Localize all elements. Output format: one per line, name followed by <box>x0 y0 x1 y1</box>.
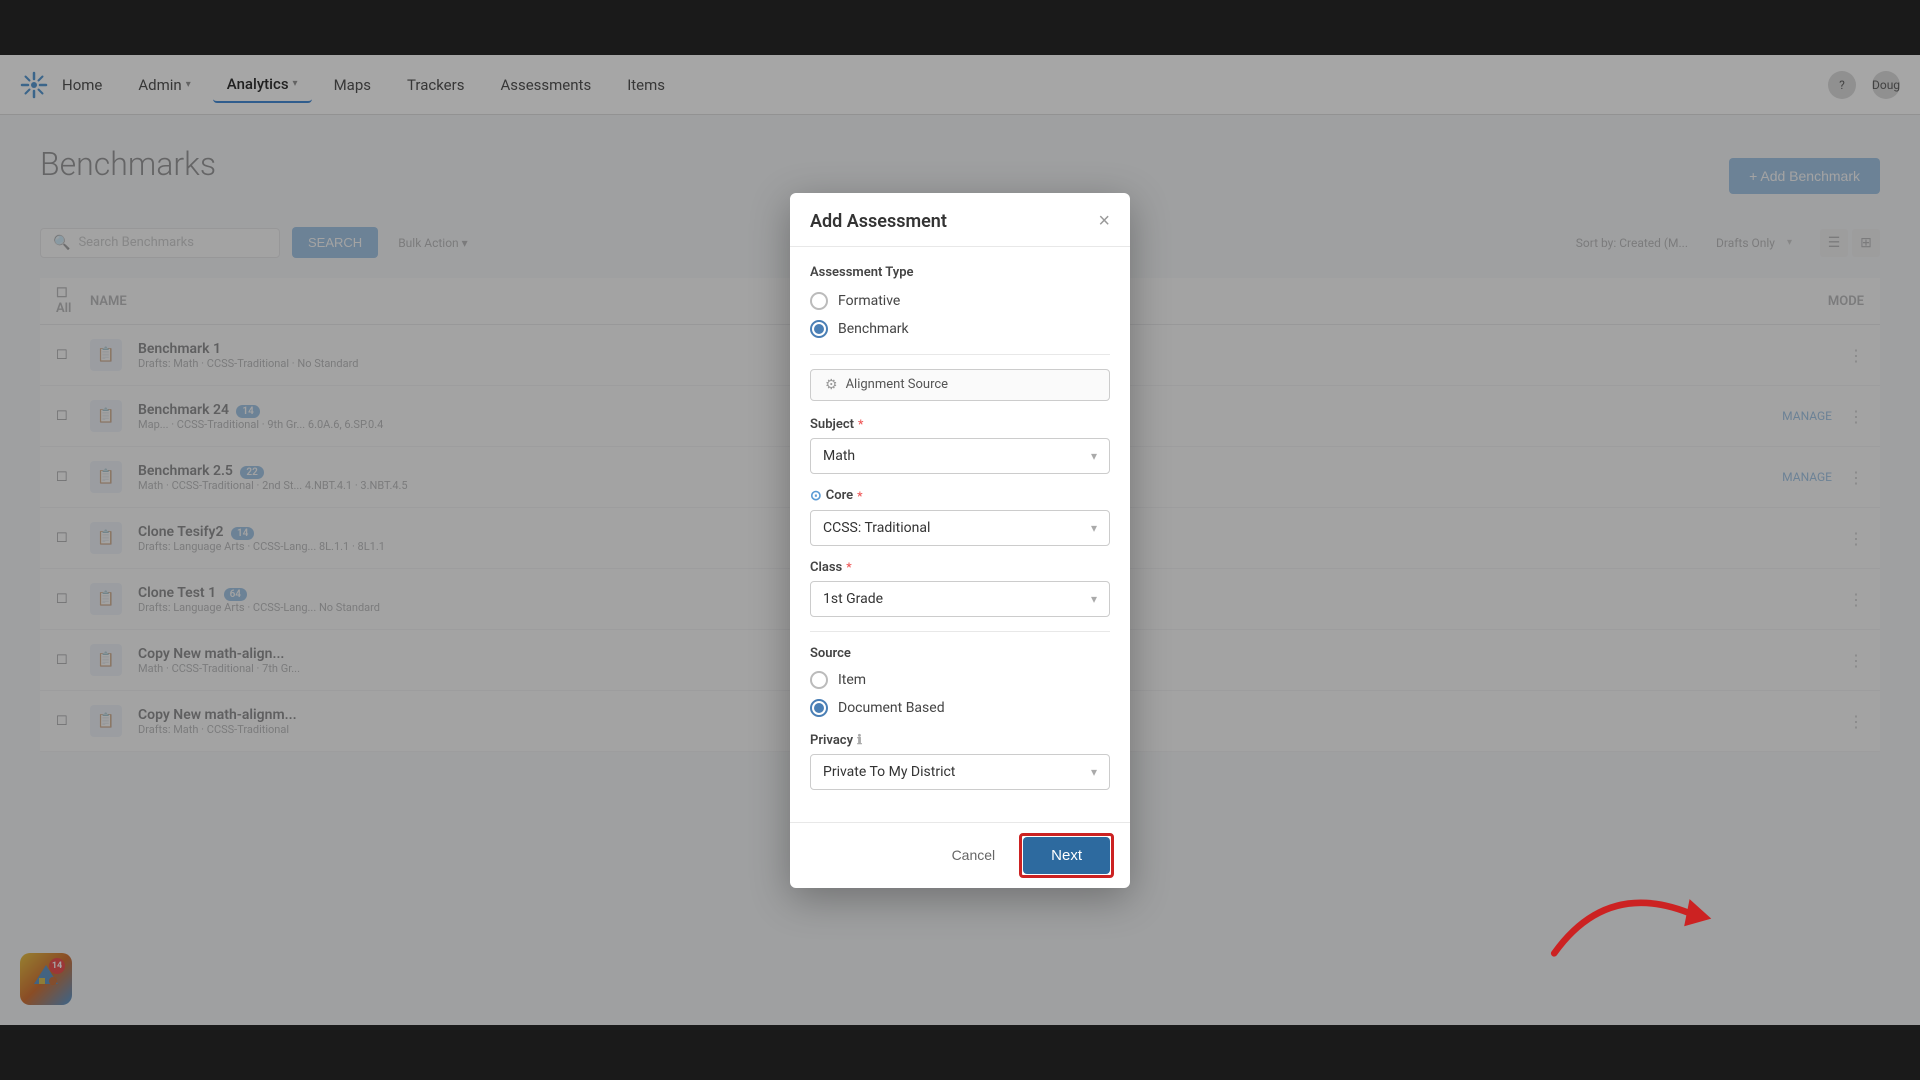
core-icon: ⊙ <box>810 488 822 504</box>
class-label: Class * <box>810 560 1110 575</box>
privacy-select[interactable]: Private To My District ▾ <box>810 754 1110 790</box>
item-label: Item <box>838 672 866 688</box>
class-field: Class * 1st Grade ▾ <box>810 560 1110 617</box>
assessment-type-radio-group: Formative Benchmark <box>810 292 1110 338</box>
item-radio-circle <box>810 671 828 689</box>
benchmark-radio[interactable]: Benchmark <box>810 320 1110 338</box>
modal-footer: Cancel Next <box>790 822 1130 888</box>
formative-label: Formative <box>838 293 900 309</box>
alignment-source-label: Alignment Source <box>846 377 949 392</box>
privacy-chevron-icon: ▾ <box>1091 765 1097 779</box>
subject-select[interactable]: Math ▾ <box>810 438 1110 474</box>
section-divider-2 <box>810 631 1110 632</box>
modal-title: Add Assessment <box>810 211 947 232</box>
item-radio[interactable]: Item <box>810 671 1110 689</box>
alignment-source-button[interactable]: ⚙ Alignment Source <box>810 369 1110 401</box>
gear-icon: ⚙ <box>825 377 838 393</box>
privacy-label: Privacy ℹ <box>810 733 1110 748</box>
add-assessment-modal: Add Assessment × Assessment Type Formati… <box>790 193 1130 888</box>
core-value: CCSS: Traditional <box>823 520 930 536</box>
subject-chevron-icon: ▾ <box>1091 449 1097 463</box>
document-based-radio-circle <box>810 699 828 717</box>
benchmark-label: Benchmark <box>838 321 909 337</box>
core-select[interactable]: CCSS: Traditional ▾ <box>810 510 1110 546</box>
core-chevron-icon: ▾ <box>1091 521 1097 535</box>
source-label: Source <box>810 646 1110 661</box>
subject-label: Subject * <box>810 417 1110 432</box>
formative-radio[interactable]: Formative <box>810 292 1110 310</box>
core-label: ⊙ Core * <box>810 488 1110 504</box>
modal-header: Add Assessment × <box>790 193 1130 247</box>
formative-radio-circle <box>810 292 828 310</box>
class-select[interactable]: 1st Grade ▾ <box>810 581 1110 617</box>
class-required-star: * <box>846 560 851 574</box>
section-divider <box>810 354 1110 355</box>
core-field: ⊙ Core * CCSS: Traditional ▾ <box>810 488 1110 546</box>
subject-required-star: * <box>858 417 863 431</box>
assessment-type-label: Assessment Type <box>810 265 1110 280</box>
modal-overlay: Add Assessment × Assessment Type Formati… <box>0 55 1920 1025</box>
document-based-label: Document Based <box>838 700 945 716</box>
privacy-info-icon[interactable]: ℹ <box>857 733 862 748</box>
modal-close-button[interactable]: × <box>1098 211 1110 231</box>
benchmark-radio-circle <box>810 320 828 338</box>
subject-value: Math <box>823 448 855 464</box>
class-chevron-icon: ▾ <box>1091 592 1097 606</box>
source-radio-group: Item Document Based <box>810 671 1110 717</box>
next-button[interactable]: Next <box>1023 837 1110 874</box>
privacy-field: Privacy ℹ Private To My District ▾ <box>810 733 1110 790</box>
privacy-value: Private To My District <box>823 764 955 780</box>
core-required-star: * <box>857 489 862 503</box>
document-based-radio[interactable]: Document Based <box>810 699 1110 717</box>
source-section: Source Item Document Based <box>810 646 1110 717</box>
class-value: 1st Grade <box>823 591 883 607</box>
next-button-wrapper: Next <box>1023 837 1110 874</box>
subject-field: Subject * Math ▾ <box>810 417 1110 474</box>
modal-body: Assessment Type Formative Benchmark ⚙ A <box>790 247 1130 822</box>
cancel-button[interactable]: Cancel <box>936 839 1012 871</box>
